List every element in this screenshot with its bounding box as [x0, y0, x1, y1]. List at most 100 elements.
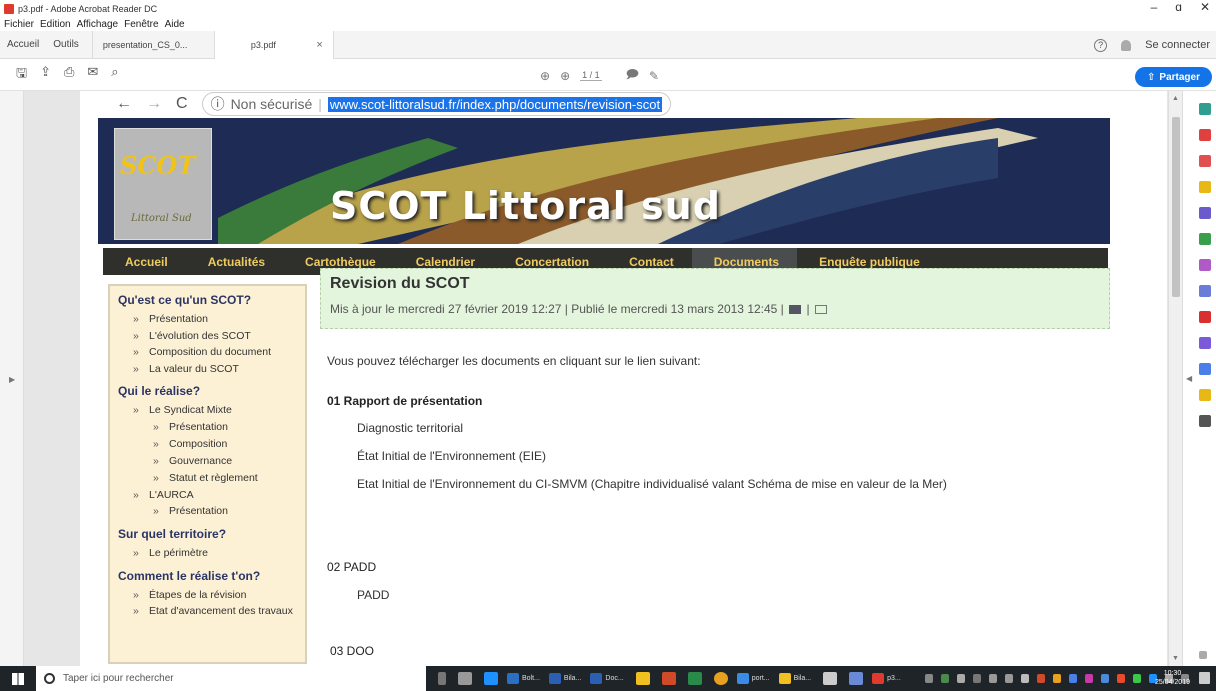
email-article-icon	[814, 305, 827, 315]
tray-icon[interactable]	[1036, 674, 1045, 683]
create-pdf-icon[interactable]	[1199, 129, 1211, 141]
site-title: SCOT Littoral sud	[330, 184, 721, 228]
site-banner: SCOT Littoral Sud SCOT Littoral sud	[98, 118, 1110, 244]
search-icon[interactable]: ⌕	[111, 64, 118, 86]
mic-icon[interactable]	[438, 672, 446, 685]
article-header: Revision du SCOT Mis à jour le mercredi …	[320, 268, 1110, 329]
upload-icon[interactable]: ⇪	[40, 64, 51, 86]
tray-icon[interactable]	[1052, 674, 1061, 683]
tray-icon[interactable]	[924, 674, 933, 683]
sidebar-item: Etat d'avancement des travaux	[133, 603, 305, 620]
minimize-button[interactable]: –	[1151, 0, 1158, 14]
comment-icon[interactable]: 🗩	[626, 65, 639, 86]
tray-icon[interactable]	[1116, 674, 1125, 683]
pen-icon[interactable]: ✎	[649, 69, 659, 83]
article-title: Revision du SCOT	[330, 275, 470, 292]
tray-icon[interactable]	[1132, 674, 1141, 683]
collapse-right-panel-icon[interactable]: ◀	[1186, 374, 1192, 383]
menu-fichier[interactable]: Fichier	[4, 19, 34, 30]
tab-accueil[interactable]: Accueil	[0, 39, 46, 50]
tray-icon[interactable]	[1100, 674, 1109, 683]
taskbar-app[interactable]: p3...	[872, 670, 901, 688]
expand-left-panel-icon[interactable]: ▶	[9, 375, 15, 384]
help-icon[interactable]: ?	[1094, 38, 1108, 52]
send-track-icon[interactable]	[1199, 389, 1211, 401]
edge-icon[interactable]	[484, 672, 498, 685]
share-button[interactable]: ⇧ Partager	[1135, 67, 1212, 87]
taskbar-app[interactable]: Bolt...	[507, 670, 540, 688]
restore-button[interactable]: ɑ	[1175, 0, 1182, 14]
taskbar-app[interactable]: port...	[736, 670, 770, 688]
tab-outils[interactable]: Outils	[46, 39, 86, 50]
mail-icon[interactable]: ✉	[87, 64, 98, 86]
close-button[interactable]: ✕	[1200, 0, 1210, 14]
tray-icon[interactable]	[1084, 674, 1093, 683]
comment-tool-icon[interactable]	[1199, 181, 1211, 193]
menu-affichage[interactable]: Affichage	[77, 19, 119, 30]
protect-icon[interactable]	[1199, 285, 1211, 297]
mail-app-icon[interactable]	[823, 672, 838, 685]
print-article-icon	[789, 305, 802, 315]
clock-time: 10:30	[1163, 670, 1182, 677]
tray-icon[interactable]	[940, 674, 949, 683]
store-icon[interactable]	[635, 672, 650, 685]
save-icon[interactable]: 🖫	[16, 64, 27, 86]
window-title: p3.pdf - Adobe Acrobat Reader DC	[18, 3, 158, 14]
tray-icon[interactable]	[1068, 674, 1077, 683]
chrome-icon[interactable]	[713, 672, 728, 685]
export-pdf-icon[interactable]	[1199, 103, 1211, 115]
menu-edition[interactable]: Edition	[40, 19, 71, 30]
signin-link[interactable]: Se connecter	[1145, 39, 1210, 51]
page-number-input[interactable]: 1 / 1	[580, 70, 602, 81]
scroll-up-icon[interactable]: ▲	[1172, 95, 1179, 102]
tray-icon[interactable]	[972, 674, 981, 683]
tab-label: presentation_CS_0...	[102, 39, 188, 50]
taskbar-app[interactable]: Doc...	[590, 670, 624, 688]
bell-icon[interactable]	[1121, 39, 1132, 51]
edit-pdf-icon[interactable]	[1199, 155, 1211, 167]
more-tools-icon[interactable]	[1199, 415, 1211, 427]
cortana-icon	[44, 673, 55, 684]
taskbar-clock[interactable]: 10:30 25/04/2019	[1155, 669, 1190, 687]
prev-page-icon[interactable]: ⊕	[540, 69, 550, 83]
tab-presentation-doc[interactable]: presentation_CS_0...	[91, 30, 214, 59]
section-title: 03 DOO	[330, 644, 375, 658]
taskbar-search[interactable]: Taper ici pour rechercher	[36, 666, 426, 691]
close-tab-icon[interactable]: ×	[316, 39, 322, 51]
powerpoint-icon[interactable]	[661, 672, 676, 685]
calendar-icon[interactable]	[849, 672, 864, 685]
tray-icon[interactable]	[956, 674, 965, 683]
tabbar-right: ? Se connecter	[1094, 31, 1210, 59]
back-icon: ←	[116, 95, 132, 112]
next-page-icon[interactable]: ⊕	[560, 69, 570, 83]
sidebar-item: Présentation	[133, 311, 305, 328]
task-view-icon[interactable]	[458, 672, 472, 685]
send-sign-icon[interactable]	[1199, 337, 1211, 349]
toolbar: 🖫 ⇪ ⎙ ✉ ⌕ ⊕ ⊕ 1 / 1 🗩 ✎ ⇧ Partager	[0, 60, 1216, 91]
sidebar-subitem: Présentation	[153, 503, 305, 520]
excel-icon[interactable]	[687, 672, 702, 685]
tab-p3-pdf[interactable]: p3.pdf ×	[213, 30, 334, 59]
menu-aide[interactable]: Aide	[165, 19, 185, 30]
print-icon[interactable]: ⎙	[64, 64, 74, 86]
panel-handle-icon[interactable]	[1199, 651, 1207, 659]
menu-fenetre[interactable]: Fenêtre	[124, 19, 158, 30]
start-button[interactable]	[0, 666, 36, 691]
organize-icon[interactable]	[1199, 207, 1211, 219]
scroll-thumb[interactable]	[1172, 117, 1180, 297]
scan-icon[interactable]	[1199, 233, 1211, 245]
scroll-down-icon[interactable]: ▼	[1172, 655, 1179, 662]
pdf-tool-icon[interactable]	[1199, 311, 1211, 323]
sidebar-heading: Sur quel territoire?	[118, 527, 227, 541]
measure-icon[interactable]	[1199, 363, 1211, 375]
tray-icon[interactable]	[1020, 674, 1029, 683]
section-title: 01 Rapport de présentation	[327, 394, 483, 408]
notifications-icon[interactable]	[1199, 672, 1210, 684]
fill-sign-icon[interactable]	[1199, 259, 1211, 271]
taskbar-app[interactable]: Bila...	[548, 670, 581, 688]
tray-icon[interactable]	[1004, 674, 1013, 683]
tray-icon[interactable]	[988, 674, 997, 683]
vertical-scrollbar[interactable]: ▲ ▼	[1168, 91, 1182, 666]
taskbar-app[interactable]: Bila...	[778, 670, 811, 688]
address-bar: ⓘ Non sécurisé | www.scot-littoralsud.fr…	[201, 92, 672, 116]
